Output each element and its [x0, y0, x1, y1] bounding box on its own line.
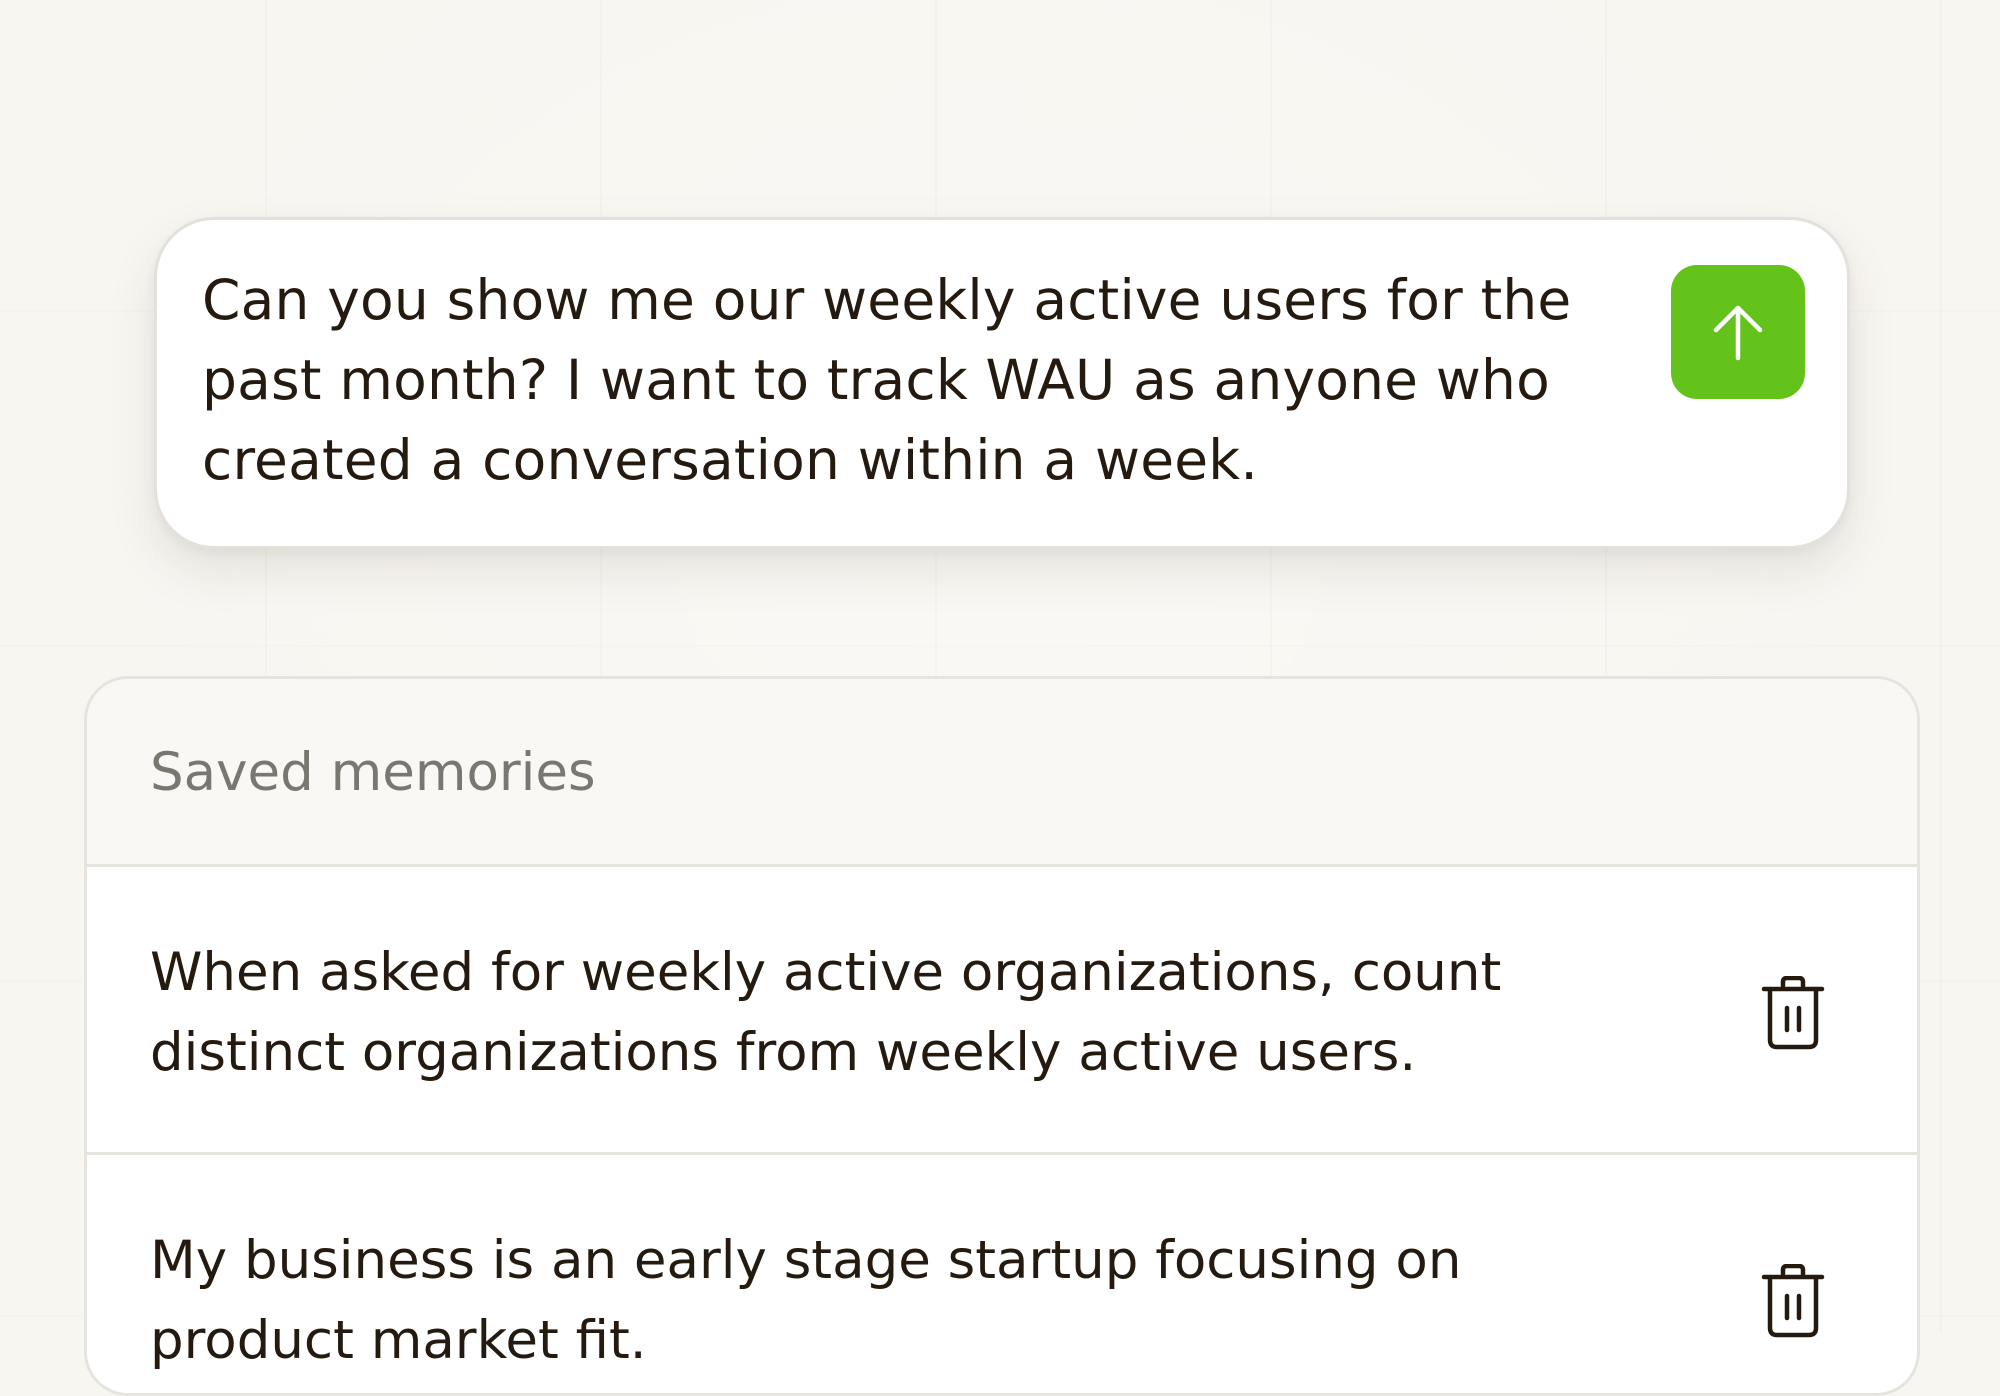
- delete-memory-button[interactable]: [1757, 973, 1829, 1053]
- saved-memories-header: Saved memories: [87, 679, 1917, 867]
- delete-memory-button[interactable]: [1757, 1261, 1829, 1341]
- memory-item: When asked for weekly active organizatio…: [87, 867, 1917, 1155]
- send-button[interactable]: [1671, 265, 1805, 399]
- message-composer[interactable]: Can you show me our weekly active users …: [154, 217, 1850, 549]
- memory-item: My business is an early stage startup fo…: [87, 1155, 1917, 1393]
- trash-icon: [1761, 1264, 1825, 1338]
- page: { "composer": { "message": "Can you show…: [0, 0, 2000, 1396]
- memory-text: My business is an early stage startup fo…: [150, 1230, 1462, 1371]
- memory-text: When asked for weekly active organizatio…: [150, 942, 1502, 1083]
- message-input-text[interactable]: Can you show me our weekly active users …: [202, 260, 1592, 500]
- trash-icon: [1761, 976, 1825, 1050]
- saved-memories-panel: Saved memories When asked for weekly act…: [84, 676, 1920, 1396]
- saved-memories-title: Saved memories: [150, 742, 596, 803]
- arrow-up-icon: [1713, 305, 1763, 361]
